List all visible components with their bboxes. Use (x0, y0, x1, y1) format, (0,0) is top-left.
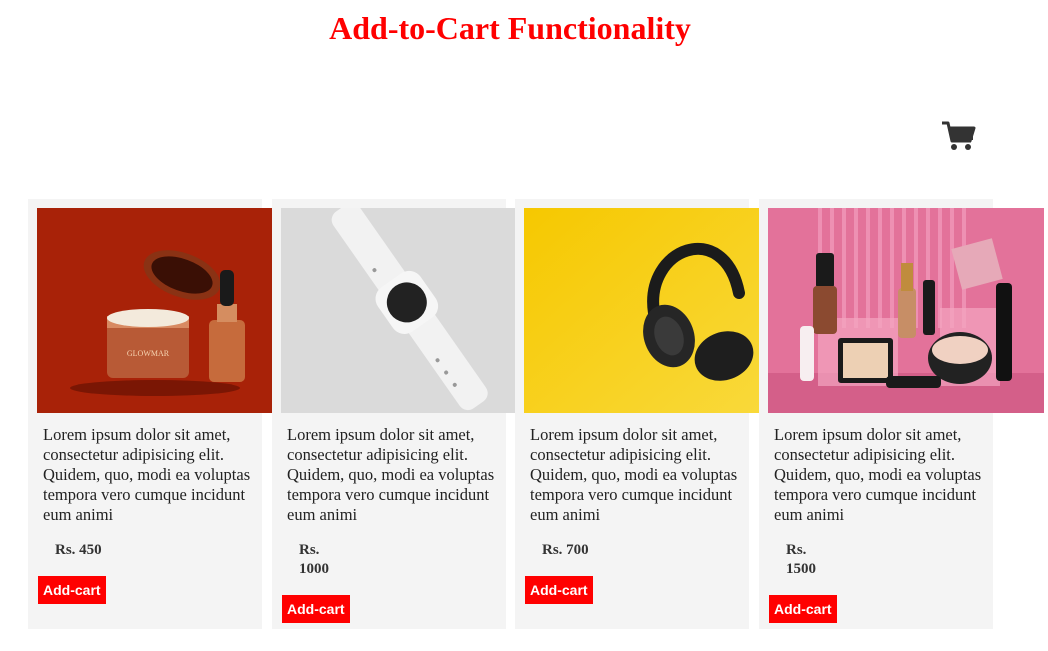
product-card: Lorem ipsum dolor sit amet, consectetur … (515, 199, 759, 629)
product-card: Lorem ipsum dolor sit amet, consectetur … (759, 199, 1044, 629)
shopping-cart-icon[interactable] (941, 120, 977, 152)
product-card: Lorem ipsum dolor sit amet, consectetur … (272, 199, 516, 629)
add-to-cart-button[interactable]: Add-cart (282, 595, 350, 623)
product-image-skincare: GLOWMAR (37, 208, 272, 413)
product-description: Lorem ipsum dolor sit amet, consectetur … (43, 425, 251, 524)
product-image-smartwatch (281, 208, 516, 413)
product-price: Rs. 1500 (786, 542, 816, 577)
product-image-makeup (768, 208, 1044, 413)
product-description: Lorem ipsum dolor sit amet, consectetur … (530, 425, 738, 524)
add-to-cart-button[interactable]: Add-cart (38, 576, 106, 604)
page: Add-to-Cart Functionality GLOWMAR Lorem … (0, 0, 1048, 651)
product-description: Lorem ipsum dolor sit amet, consectetur … (287, 425, 495, 524)
product-price: Rs. 450 (55, 542, 102, 558)
product-description: Lorem ipsum dolor sit amet, consectetur … (774, 425, 982, 524)
add-to-cart-button[interactable]: Add-cart (769, 595, 837, 623)
product-price: Rs. 1000 (299, 542, 329, 577)
product-price: Rs. 700 (542, 542, 589, 558)
page-title: Add-to-Cart Functionality (329, 10, 691, 46)
product-card: GLOWMAR Lorem ipsum dolor sit amet, cons… (28, 199, 272, 629)
product-image-headphones (524, 208, 759, 413)
svg-text:GLOWMAR: GLOWMAR (127, 349, 170, 358)
add-to-cart-button[interactable]: Add-cart (525, 576, 593, 604)
